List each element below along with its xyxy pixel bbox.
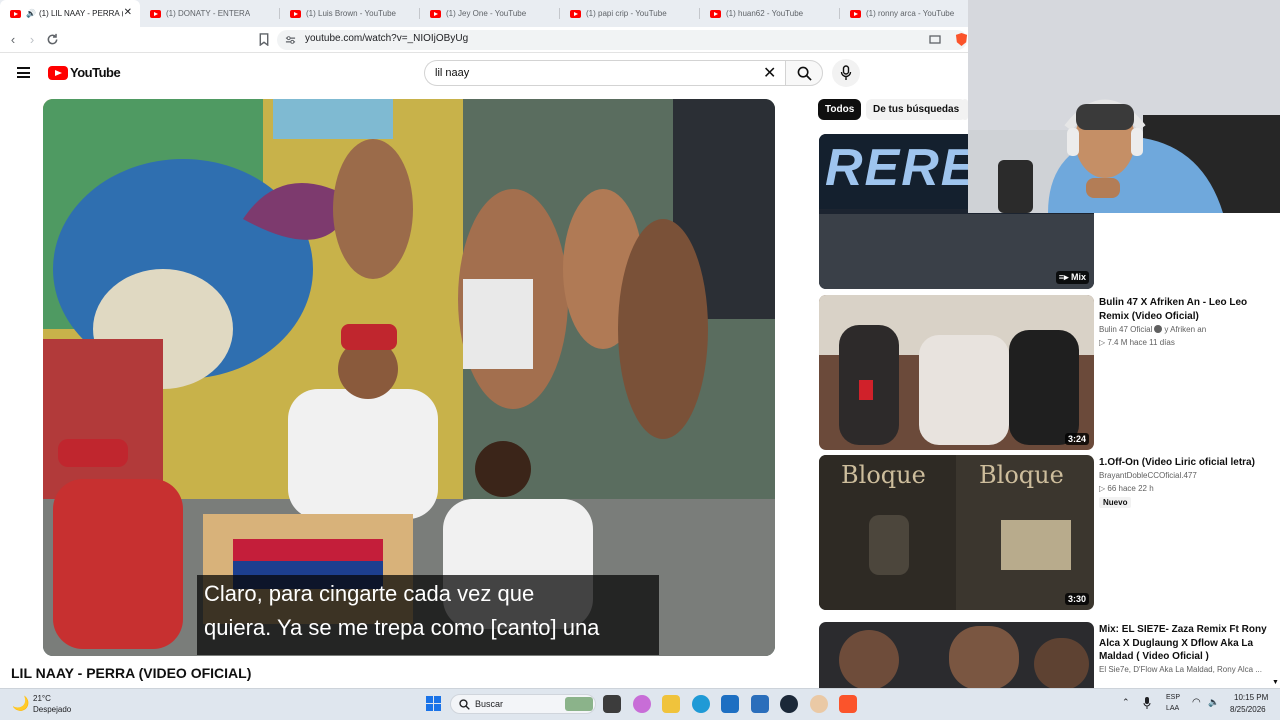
recommendation-channel[interactable]: BrayantDobleCCOficial.477: [1099, 471, 1197, 480]
wifi-icon[interactable]: ◠: [1192, 697, 1201, 708]
youtube-favicon-icon: [850, 9, 861, 18]
tab-title: (1) DONATY - ENTERA (VIDEO: [166, 9, 250, 18]
recommendation-thumbnail[interactable]: Bloque Bloque 3:30: [819, 455, 1094, 610]
search-icon: [797, 66, 812, 81]
search-button[interactable]: [785, 60, 823, 86]
hamburger-menu-icon[interactable]: [17, 67, 30, 78]
brave-browser-icon[interactable]: [839, 695, 857, 713]
video-player[interactable]: [43, 99, 775, 656]
video-frame: [43, 99, 775, 656]
youtube-logo-text[interactable]: YouTube: [70, 65, 121, 80]
edge-icon[interactable]: [692, 695, 710, 713]
subtitle-box: Claro, para cingarte cada vez que quiera…: [197, 575, 659, 655]
thumbnail-text: Bloque: [979, 461, 1064, 489]
moon-weather-icon[interactable]: 🌙: [12, 695, 29, 712]
back-icon[interactable]: ‹: [5, 32, 21, 47]
browser-tab-active[interactable]: 🔊 (1) LIL NAAY - PERRA ( ✕: [0, 0, 140, 27]
search-input[interactable]: [424, 60, 786, 86]
tab-title: (1) LIL NAAY - PERRA (: [38, 9, 123, 18]
weather-description[interactable]: Despejado: [33, 705, 71, 714]
browser-tab[interactable]: (1) papi crip - YouTube: [560, 0, 700, 27]
youtube-favicon-icon: [10, 9, 21, 18]
show-hidden-icons-icon[interactable]: ⌃: [1122, 697, 1130, 708]
tab-title: (1) Jey One - YouTube: [446, 9, 527, 18]
browser-tab[interactable]: (1) DONATY - ENTERA (VIDEO: [140, 0, 280, 27]
thumbnail-text: Bloque: [841, 461, 926, 489]
cast-icon[interactable]: [929, 35, 941, 45]
volume-icon[interactable]: 🔈: [1208, 697, 1219, 708]
taskbar-search-placeholder: Buscar: [475, 699, 504, 709]
video-title: LIL NAAY - PERRA (VIDEO OFICIAL): [11, 665, 252, 681]
mail-icon[interactable]: [751, 695, 769, 713]
webcam-feed: [968, 0, 1280, 213]
youtube-favicon-icon: [570, 9, 581, 18]
app-icon[interactable]: [810, 695, 828, 713]
language-indicator[interactable]: ESP: [1166, 694, 1180, 701]
youtube-logo-icon[interactable]: [48, 66, 68, 80]
taskbar-search-box[interactable]: Buscar: [450, 694, 596, 714]
voice-search-button[interactable]: [832, 59, 860, 87]
search-query-text[interactable]: lil naay: [435, 67, 469, 79]
youtube-favicon-icon: [150, 9, 161, 18]
store-icon[interactable]: [721, 695, 739, 713]
windows-start-icon[interactable]: [426, 696, 442, 712]
browser-tab[interactable]: (1) ronny arca - YouTube: [840, 0, 968, 27]
browser-tab[interactable]: (1) Luis Brown - YouTube: [280, 0, 420, 27]
subtitle-line-2: quiera. Ya se me trepa como [canto] una: [204, 615, 600, 640]
new-badge: Nuevo: [1099, 497, 1132, 508]
scroll-down-arrow-icon[interactable]: ▼: [1272, 679, 1280, 688]
thumbnail-text: RERE: [825, 139, 978, 197]
steam-icon[interactable]: [780, 695, 798, 713]
recommendation-stats: ▷ 66 hace 22 h: [1099, 484, 1154, 493]
youtube-favicon-icon: [710, 9, 721, 18]
youtube-favicon-icon: [290, 9, 301, 18]
recommendation-channel[interactable]: Bulin 47 Oficial y Afriken an: [1099, 325, 1206, 334]
recommendation-stats: ▷ 7.4 M hace 11 días: [1099, 338, 1175, 347]
weather-temperature[interactable]: 21°C: [33, 694, 51, 703]
address-bar-row: ‹ ›: [0, 27, 968, 53]
tab-strip: 🔊 (1) LIL NAAY - PERRA ( ✕ (1) DONATY - …: [0, 0, 968, 27]
tab-title: (1) huan62 - YouTube: [726, 9, 804, 18]
tab-title: (1) ronny arca - YouTube: [866, 9, 955, 18]
tab-close-icon[interactable]: ✕: [124, 7, 132, 18]
search-highlight-icon: [565, 697, 593, 711]
mix-badge: ≡▸ Mix: [1055, 271, 1089, 284]
microphone-icon: [840, 65, 852, 80]
recommendation-channel[interactable]: El Sie7e, D'Flow Aka La Maldad, Rony Alc…: [1099, 665, 1262, 674]
recommendation-title[interactable]: Mix: EL SIE7E- Zaza Remix Ft Rony Alca X…: [1099, 623, 1269, 664]
url-text[interactable]: youtube.com/watch?v=_NIOIjOByUg: [305, 33, 468, 44]
chip-all[interactable]: Todos: [818, 99, 862, 120]
brave-shield-icon[interactable]: [955, 32, 968, 47]
bookmark-icon[interactable]: [258, 33, 270, 46]
forward-icon[interactable]: ›: [24, 32, 40, 47]
clock-date[interactable]: 8/25/2026: [1230, 705, 1266, 714]
speaker-icon[interactable]: 🔊: [26, 9, 36, 18]
recommendation-thumbnail[interactable]: [819, 622, 1094, 688]
duration-badge: 3:24: [1064, 433, 1089, 445]
browser-tab[interactable]: (1) huan62 - YouTube: [700, 0, 840, 27]
search-icon: [459, 699, 470, 710]
site-settings-icon[interactable]: [285, 35, 296, 45]
file-explorer-icon[interactable]: [662, 695, 680, 713]
microphone-icon[interactable]: [1143, 697, 1151, 709]
copilot-icon[interactable]: [633, 695, 651, 713]
tab-title: (1) Luis Brown - YouTube: [306, 9, 396, 18]
recommendation-thumbnail[interactable]: 3:24: [819, 295, 1094, 450]
tab-title: (1) papi crip - YouTube: [586, 9, 667, 18]
chip-from-searches[interactable]: De tus búsquedas: [866, 99, 967, 120]
language-indicator-sub[interactable]: LAA: [1166, 705, 1179, 712]
webcam-overlay: [968, 0, 1280, 213]
clock-time[interactable]: 10:15 PM: [1234, 693, 1268, 702]
reload-icon[interactable]: [46, 33, 59, 46]
browser-tab[interactable]: (1) Jey One - YouTube: [420, 0, 560, 27]
verified-icon: [1154, 325, 1163, 333]
task-view-icon[interactable]: [603, 695, 621, 713]
recommendation-title[interactable]: 1.Off-On (Video Liric oficial letra): [1099, 456, 1269, 470]
subtitle-line-1: Claro, para cingarte cada vez que: [204, 581, 535, 606]
duration-badge: 3:30: [1064, 593, 1089, 605]
clear-search-icon[interactable]: ✕: [763, 63, 776, 83]
recommendation-title[interactable]: Bulin 47 X Afriken An - Leo Leo Remix (V…: [1099, 296, 1269, 323]
youtube-favicon-icon: [430, 9, 441, 18]
